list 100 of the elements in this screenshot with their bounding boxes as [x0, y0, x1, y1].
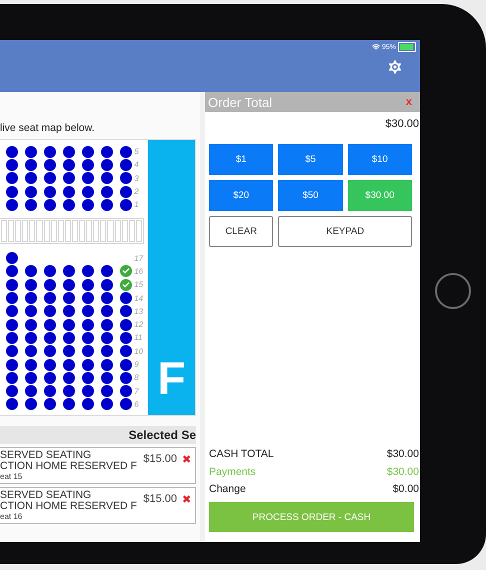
amount-button[interactable]: $5 — [278, 144, 343, 175]
seat[interactable] — [44, 278, 56, 291]
keypad-button[interactable]: KEYPAD — [278, 216, 412, 247]
amount-button[interactable]: $30.00 — [348, 180, 412, 211]
seat[interactable] — [101, 278, 113, 291]
amount-button[interactable]: $10 — [348, 144, 412, 175]
seat[interactable] — [63, 332, 75, 344]
seat[interactable] — [6, 186, 18, 198]
seat[interactable] — [82, 146, 94, 158]
seat[interactable] — [44, 305, 56, 318]
seat[interactable] — [120, 358, 132, 370]
seat[interactable] — [25, 146, 37, 158]
seat[interactable] — [44, 265, 56, 278]
seat[interactable] — [6, 198, 18, 211]
seat[interactable] — [6, 398, 18, 410]
seat[interactable] — [120, 305, 132, 318]
seat[interactable] — [25, 186, 37, 198]
seat[interactable] — [101, 198, 113, 211]
seat[interactable] — [82, 198, 94, 211]
seat[interactable] — [120, 372, 132, 384]
seat[interactable] — [101, 158, 113, 171]
seat[interactable] — [82, 305, 94, 318]
seat[interactable] — [101, 146, 113, 158]
seat[interactable] — [25, 158, 37, 171]
seat[interactable] — [44, 186, 56, 198]
seat[interactable] — [6, 252, 18, 264]
seat[interactable] — [63, 372, 75, 384]
clear-button[interactable]: CLEAR — [209, 216, 274, 247]
seat[interactable] — [25, 332, 37, 344]
seat[interactable] — [63, 398, 75, 410]
seat[interactable] — [6, 385, 18, 398]
seat[interactable] — [63, 146, 75, 158]
seat[interactable] — [82, 345, 94, 358]
seat[interactable] — [82, 358, 94, 370]
seat[interactable] — [44, 318, 56, 331]
seat[interactable] — [63, 278, 75, 291]
seat[interactable] — [6, 372, 18, 384]
seat[interactable] — [63, 305, 75, 318]
seat[interactable] — [44, 198, 56, 211]
seat[interactable] — [6, 305, 18, 318]
seat[interactable] — [101, 186, 113, 198]
seat[interactable] — [6, 358, 18, 370]
seat[interactable] — [6, 345, 18, 358]
seat[interactable] — [101, 305, 113, 318]
seat[interactable] — [44, 358, 56, 370]
settings-icon[interactable] — [386, 58, 404, 76]
seat[interactable] — [6, 332, 18, 344]
seat[interactable] — [82, 158, 94, 171]
seat[interactable] — [101, 345, 113, 358]
seat[interactable] — [44, 332, 56, 344]
seat[interactable] — [82, 172, 94, 184]
seat[interactable] — [120, 158, 132, 171]
seat[interactable] — [25, 278, 37, 291]
seat[interactable] — [120, 385, 132, 398]
seat[interactable] — [120, 332, 132, 344]
seat[interactable] — [25, 172, 37, 184]
seat[interactable] — [25, 305, 37, 318]
seat[interactable] — [25, 398, 37, 410]
home-button[interactable] — [435, 273, 471, 309]
seat[interactable] — [101, 398, 113, 410]
seat[interactable] — [101, 292, 113, 304]
seat[interactable] — [101, 372, 113, 384]
seat[interactable] — [63, 318, 75, 331]
seat[interactable] — [44, 345, 56, 358]
seat[interactable] — [25, 292, 37, 304]
seat[interactable] — [101, 385, 113, 398]
seat[interactable] — [44, 146, 56, 158]
seat[interactable] — [101, 332, 113, 344]
amount-button[interactable]: $20 — [209, 180, 274, 211]
seat[interactable] — [101, 265, 113, 278]
seat[interactable] — [25, 318, 37, 331]
remove-button[interactable]: ✖ — [177, 453, 191, 466]
seat[interactable] — [6, 172, 18, 184]
seat[interactable] — [101, 172, 113, 184]
seat[interactable] — [63, 172, 75, 184]
seat[interactable] — [101, 358, 113, 370]
seat[interactable] — [63, 158, 75, 171]
seat[interactable] — [82, 318, 94, 331]
seat[interactable] — [120, 398, 132, 410]
seat[interactable] — [82, 292, 94, 304]
process-order-button[interactable]: PROCESS ORDER - CASH — [209, 502, 414, 532]
seat[interactable] — [25, 345, 37, 358]
selected-seat[interactable] — [120, 265, 132, 278]
seat[interactable] — [120, 186, 132, 198]
seat[interactable] — [44, 158, 56, 171]
seat[interactable] — [25, 265, 37, 278]
seat[interactable] — [120, 292, 132, 304]
amount-button[interactable]: $1 — [209, 144, 274, 175]
seat[interactable] — [120, 345, 132, 358]
seat[interactable] — [44, 385, 56, 398]
seat[interactable] — [63, 358, 75, 370]
seat[interactable] — [120, 318, 132, 331]
seat[interactable] — [101, 318, 113, 331]
seat[interactable] — [44, 292, 56, 304]
seat[interactable] — [6, 292, 18, 304]
seat[interactable] — [25, 198, 37, 211]
seat[interactable] — [44, 172, 56, 184]
seat[interactable] — [82, 372, 94, 384]
seat[interactable] — [120, 146, 132, 158]
seat[interactable] — [6, 158, 18, 171]
